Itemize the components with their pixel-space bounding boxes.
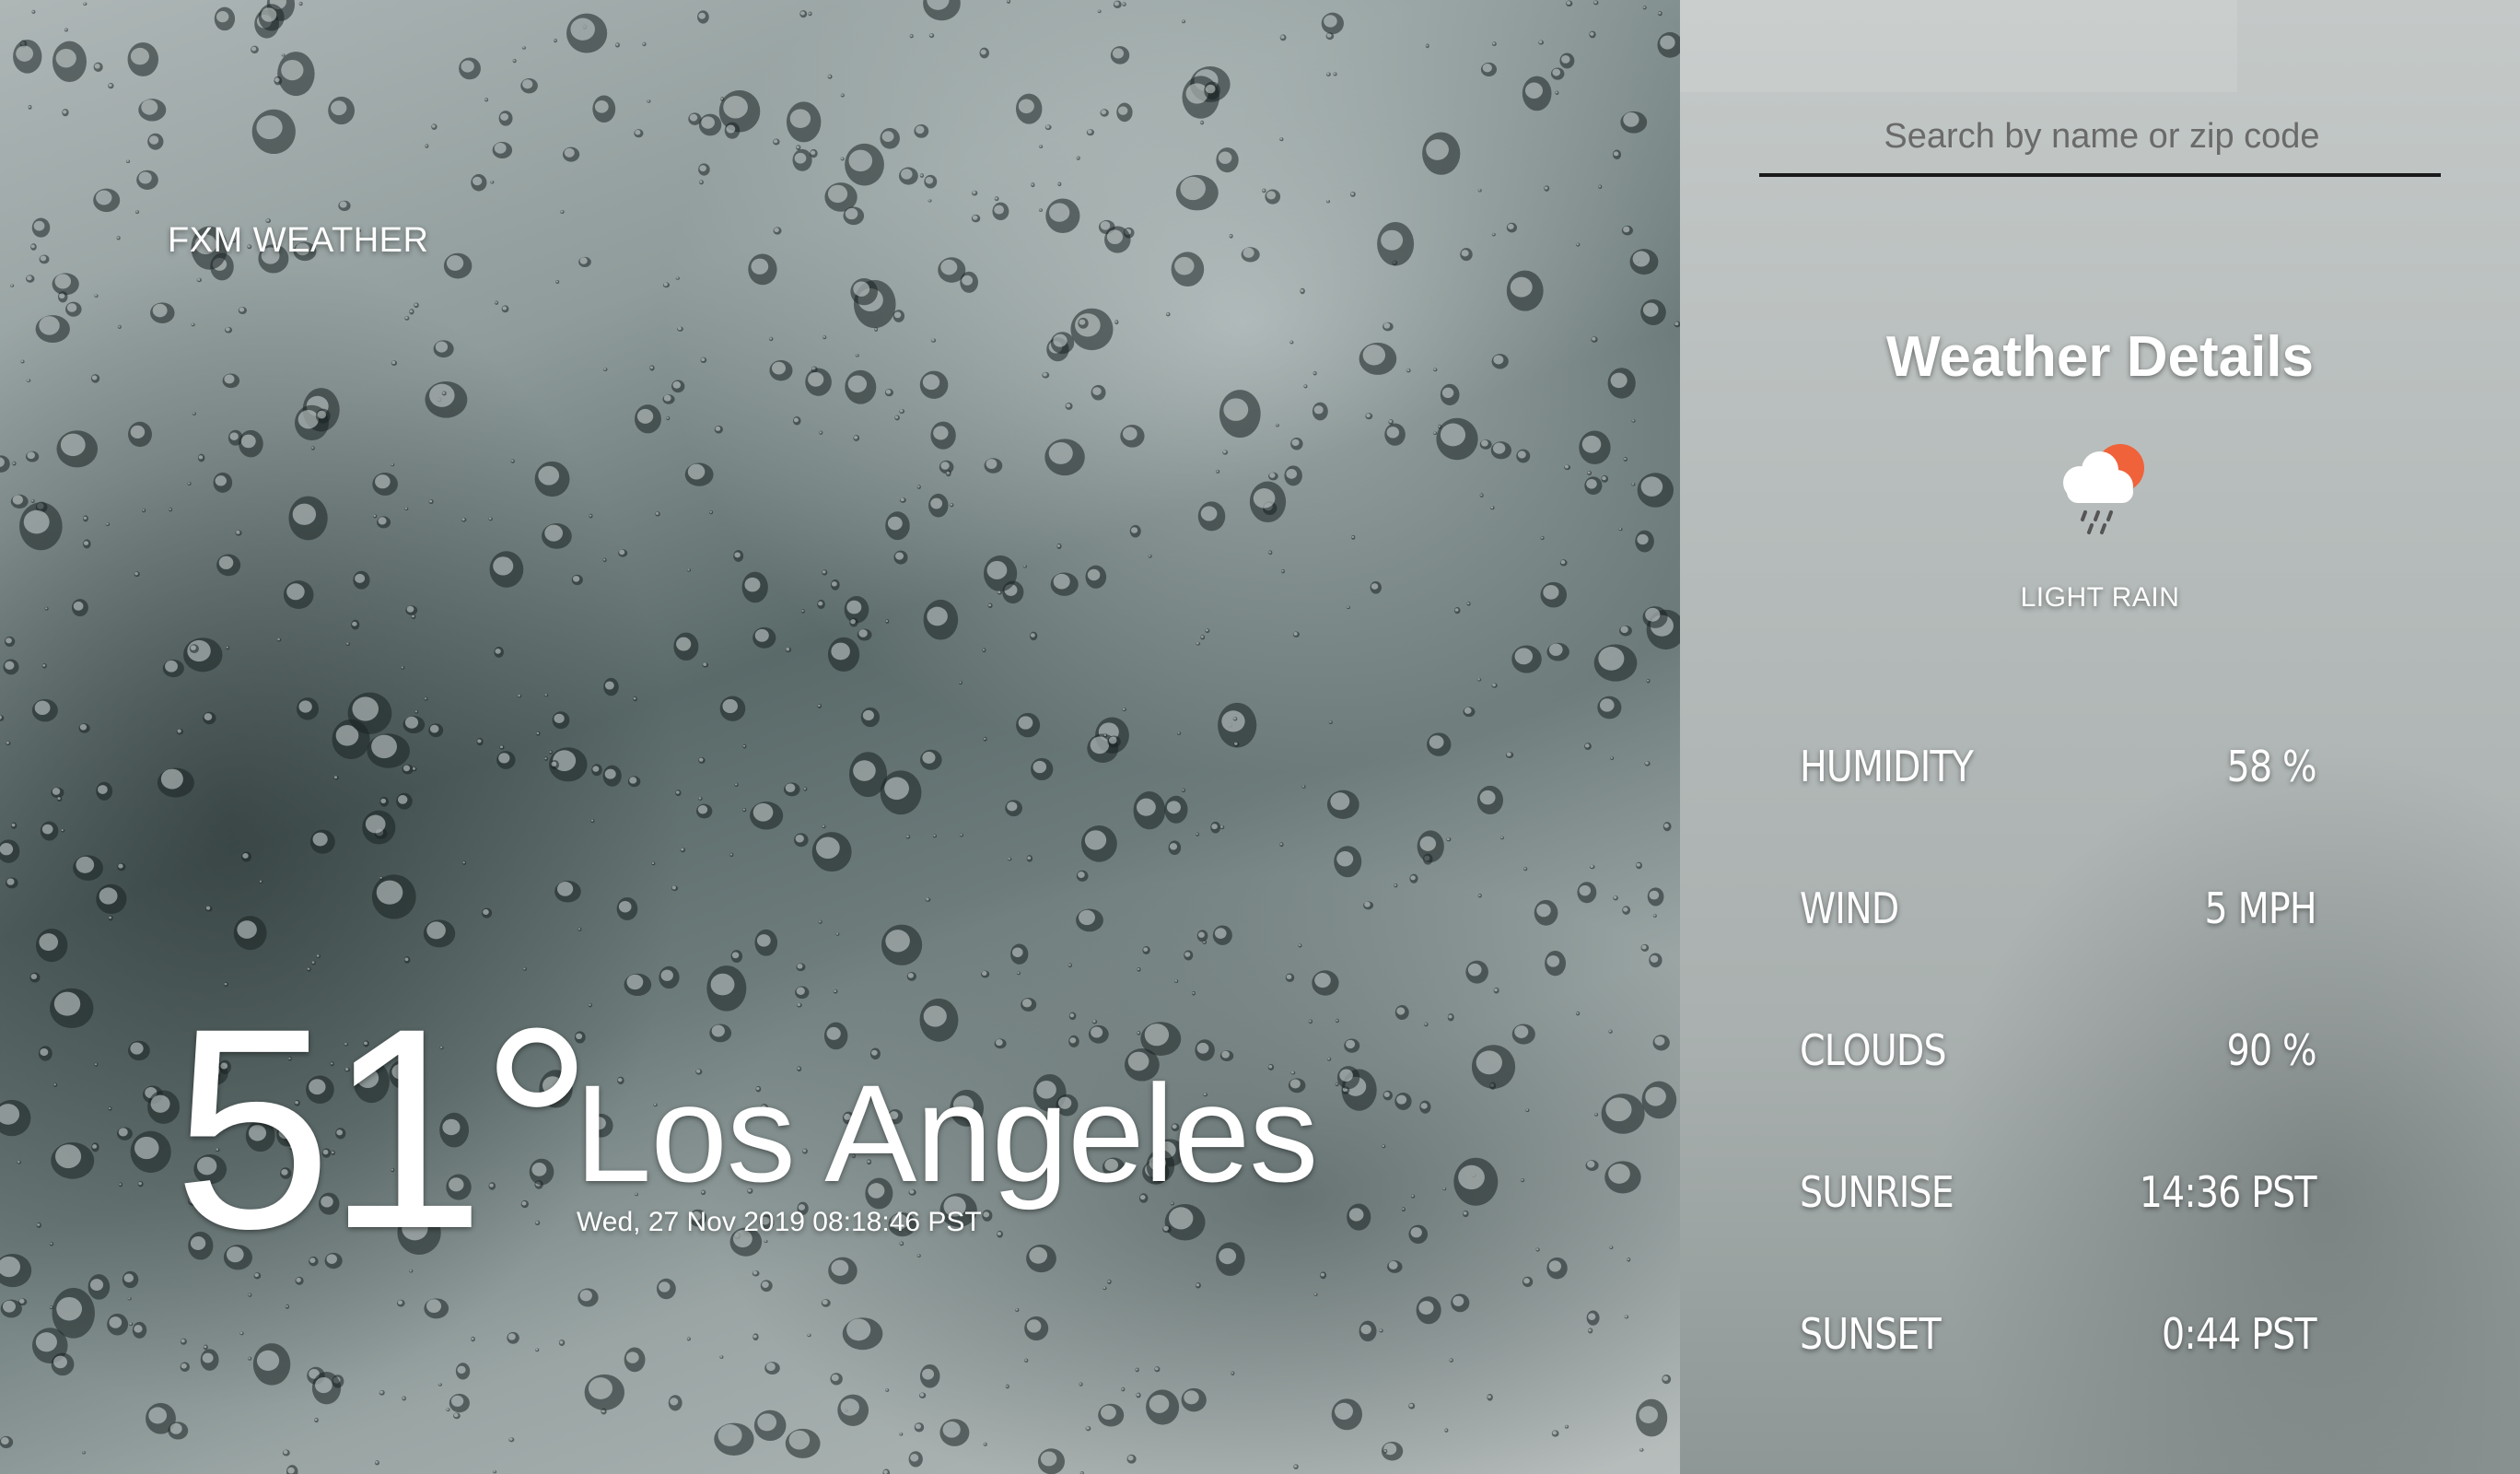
- panel-highlight: [1680, 0, 2237, 92]
- temperature: 51°: [173, 968, 594, 1288]
- detail-label: WIND: [1800, 883, 1899, 933]
- detail-value: 58 %: [2226, 742, 2317, 791]
- detail-value: 5 MPH: [2204, 883, 2317, 933]
- cloud-rain-sun-icon: [2063, 444, 2144, 534]
- condition-label: LIGHT RAIN: [2020, 582, 2180, 613]
- search-input[interactable]: [1759, 103, 2444, 170]
- details-title: Weather Details: [1885, 325, 2315, 389]
- detail-label: CLOUDS: [1800, 1025, 1947, 1075]
- detail-label: SUNSET: [1800, 1309, 1942, 1359]
- date-time: Wed, 27 Nov 2019 08:18:46 PST: [577, 1207, 982, 1237]
- detail-row-wind: WIND 5 MPH: [1800, 876, 2317, 941]
- detail-row-sunrise: SUNRISE 14:36 PST: [1800, 1160, 2317, 1224]
- detail-value: 14:36 PST: [2139, 1167, 2317, 1217]
- city-name: Los Angeles: [575, 1056, 1318, 1211]
- detail-row-sunset: SUNSET 0:44 PST: [1800, 1302, 2317, 1366]
- detail-value: 0:44 PST: [2162, 1309, 2317, 1359]
- app-logo[interactable]: FXM WEATHER: [168, 221, 428, 261]
- search-bar: [1759, 103, 2444, 177]
- detail-value: 90 %: [2226, 1025, 2317, 1075]
- detail-row-clouds: CLOUDS 90 %: [1800, 1018, 2317, 1082]
- detail-label: SUNRISE: [1800, 1167, 1954, 1217]
- detail-label: HUMIDITY: [1800, 742, 1974, 791]
- detail-row-humidity: HUMIDITY 58 %: [1800, 734, 2317, 799]
- weather-app: FXM WEATHER 51° Los Angeles Wed, 27 Nov …: [0, 0, 2520, 1474]
